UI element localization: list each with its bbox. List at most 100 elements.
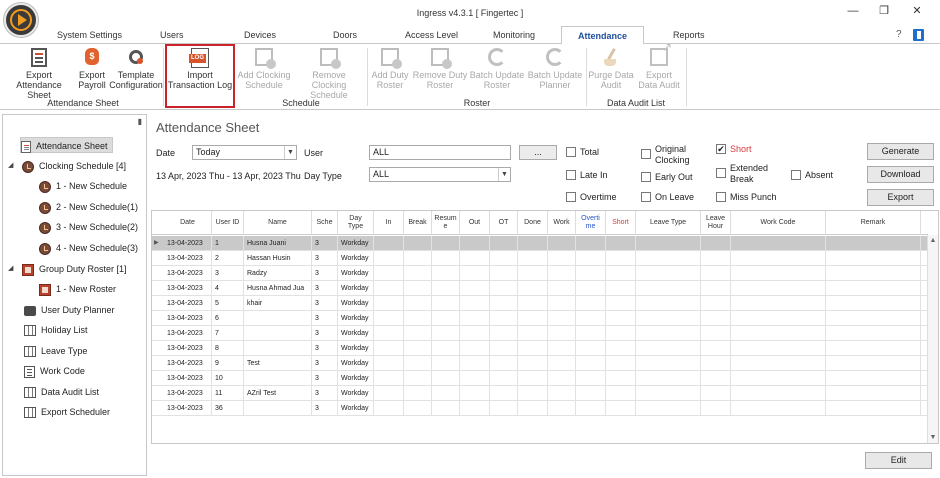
- table-cell[interactable]: [490, 296, 518, 311]
- table-cell[interactable]: [548, 341, 576, 356]
- table-cell[interactable]: [701, 236, 731, 251]
- tab-monitoring[interactable]: Monitoring: [493, 30, 535, 40]
- table-cell[interactable]: [404, 371, 432, 386]
- table-cell[interactable]: [518, 296, 548, 311]
- table-cell[interactable]: [826, 326, 921, 341]
- table-cell[interactable]: 3: [312, 401, 338, 416]
- table-cell[interactable]: [490, 281, 518, 296]
- column-header[interactable]: In: [374, 211, 404, 235]
- table-cell[interactable]: Workday: [338, 236, 374, 251]
- table-cell[interactable]: [374, 371, 404, 386]
- column-header[interactable]: OT: [490, 211, 518, 235]
- table-cell[interactable]: [606, 296, 636, 311]
- table-cell[interactable]: 3: [312, 251, 338, 266]
- table-cell[interactable]: [576, 326, 606, 341]
- table-row[interactable]: 13-04-2023 36 3 Workday: [152, 401, 928, 416]
- table-cell[interactable]: 13-04-2023: [164, 281, 212, 296]
- table-cell[interactable]: [460, 296, 490, 311]
- app-logo-icon[interactable]: [4, 3, 38, 37]
- export-payroll-button[interactable]: $ Export Payroll: [77, 48, 107, 90]
- table-cell[interactable]: [432, 401, 460, 416]
- table-cell[interactable]: [606, 371, 636, 386]
- table-cell[interactable]: [490, 266, 518, 281]
- table-cell[interactable]: 4: [212, 281, 244, 296]
- table-cell[interactable]: [826, 296, 921, 311]
- table-cell[interactable]: [244, 311, 312, 326]
- sidebar-item-user-duty-planner[interactable]: User Duty Planner: [24, 302, 115, 318]
- tab-devices[interactable]: Devices: [244, 30, 276, 40]
- table-cell[interactable]: [548, 356, 576, 371]
- table-cell[interactable]: [636, 386, 701, 401]
- table-cell[interactable]: 1: [212, 236, 244, 251]
- table-cell[interactable]: [244, 401, 312, 416]
- table-cell[interactable]: [548, 401, 576, 416]
- sidebar-item-data-audit-list[interactable]: Data Audit List: [24, 384, 99, 400]
- table-cell[interactable]: Workday: [338, 341, 374, 356]
- table-cell[interactable]: [548, 386, 576, 401]
- tab-reports[interactable]: Reports: [673, 30, 705, 40]
- table-cell[interactable]: [636, 296, 701, 311]
- table-cell[interactable]: Workday: [338, 326, 374, 341]
- table-cell[interactable]: [731, 251, 826, 266]
- template-configuration-button[interactable]: Template Configuration: [109, 48, 163, 90]
- table-cell[interactable]: [432, 281, 460, 296]
- restore-button[interactable]: ❐: [873, 3, 895, 19]
- table-cell[interactable]: [606, 326, 636, 341]
- table-cell[interactable]: [490, 356, 518, 371]
- table-cell[interactable]: [432, 341, 460, 356]
- sidebar-item-schedule-1[interactable]: 1 - New Schedule: [39, 178, 127, 194]
- export-button[interactable]: Export: [867, 189, 934, 206]
- table-cell[interactable]: [460, 251, 490, 266]
- table-cell[interactable]: [432, 386, 460, 401]
- table-cell[interactable]: [490, 236, 518, 251]
- table-cell[interactable]: [374, 356, 404, 371]
- table-cell[interactable]: [548, 236, 576, 251]
- table-cell[interactable]: [432, 251, 460, 266]
- table-row[interactable]: 13-04-2023 10 3 Workday: [152, 371, 928, 386]
- table-cell[interactable]: 7: [212, 326, 244, 341]
- column-header[interactable]: Short: [606, 211, 636, 235]
- table-cell[interactable]: [576, 296, 606, 311]
- table-cell[interactable]: Workday: [338, 311, 374, 326]
- table-cell[interactable]: [576, 281, 606, 296]
- sidebar-item-export-scheduler[interactable]: Export Scheduler: [24, 404, 110, 420]
- table-cell[interactable]: 3: [312, 236, 338, 251]
- table-cell[interactable]: [548, 371, 576, 386]
- table-cell[interactable]: [404, 401, 432, 416]
- table-cell[interactable]: [701, 251, 731, 266]
- table-cell[interactable]: [374, 251, 404, 266]
- office-icon[interactable]: [913, 29, 924, 41]
- download-button[interactable]: Download: [867, 166, 934, 183]
- table-cell[interactable]: [374, 296, 404, 311]
- table-cell[interactable]: 10: [212, 371, 244, 386]
- table-cell[interactable]: 36: [212, 401, 244, 416]
- table-cell[interactable]: [518, 326, 548, 341]
- table-cell[interactable]: [731, 326, 826, 341]
- table-cell[interactable]: [404, 251, 432, 266]
- table-cell[interactable]: [432, 311, 460, 326]
- table-cell[interactable]: [548, 251, 576, 266]
- remove-clocking-schedule-button[interactable]: Remove Clocking Schedule: [294, 48, 364, 100]
- table-cell[interactable]: [432, 356, 460, 371]
- table-cell[interactable]: 3: [312, 371, 338, 386]
- table-cell[interactable]: [518, 386, 548, 401]
- table-cell[interactable]: 9: [212, 356, 244, 371]
- table-cell[interactable]: 13-04-2023: [164, 311, 212, 326]
- table-cell[interactable]: [826, 371, 921, 386]
- column-header[interactable]: Done: [518, 211, 548, 235]
- table-cell[interactable]: 6: [212, 311, 244, 326]
- table-cell[interactable]: [460, 236, 490, 251]
- generate-button[interactable]: Generate: [867, 143, 934, 160]
- table-cell[interactable]: [404, 236, 432, 251]
- table-cell[interactable]: [490, 371, 518, 386]
- table-cell[interactable]: [432, 266, 460, 281]
- table-cell[interactable]: [576, 356, 606, 371]
- table-cell[interactable]: [701, 281, 731, 296]
- table-cell[interactable]: [548, 326, 576, 341]
- column-header[interactable]: Out: [460, 211, 490, 235]
- table-cell[interactable]: Workday: [338, 371, 374, 386]
- table-cell[interactable]: [460, 281, 490, 296]
- collapse-icon[interactable]: ◢: [8, 261, 13, 277]
- table-cell[interactable]: [374, 401, 404, 416]
- table-cell[interactable]: 11: [212, 386, 244, 401]
